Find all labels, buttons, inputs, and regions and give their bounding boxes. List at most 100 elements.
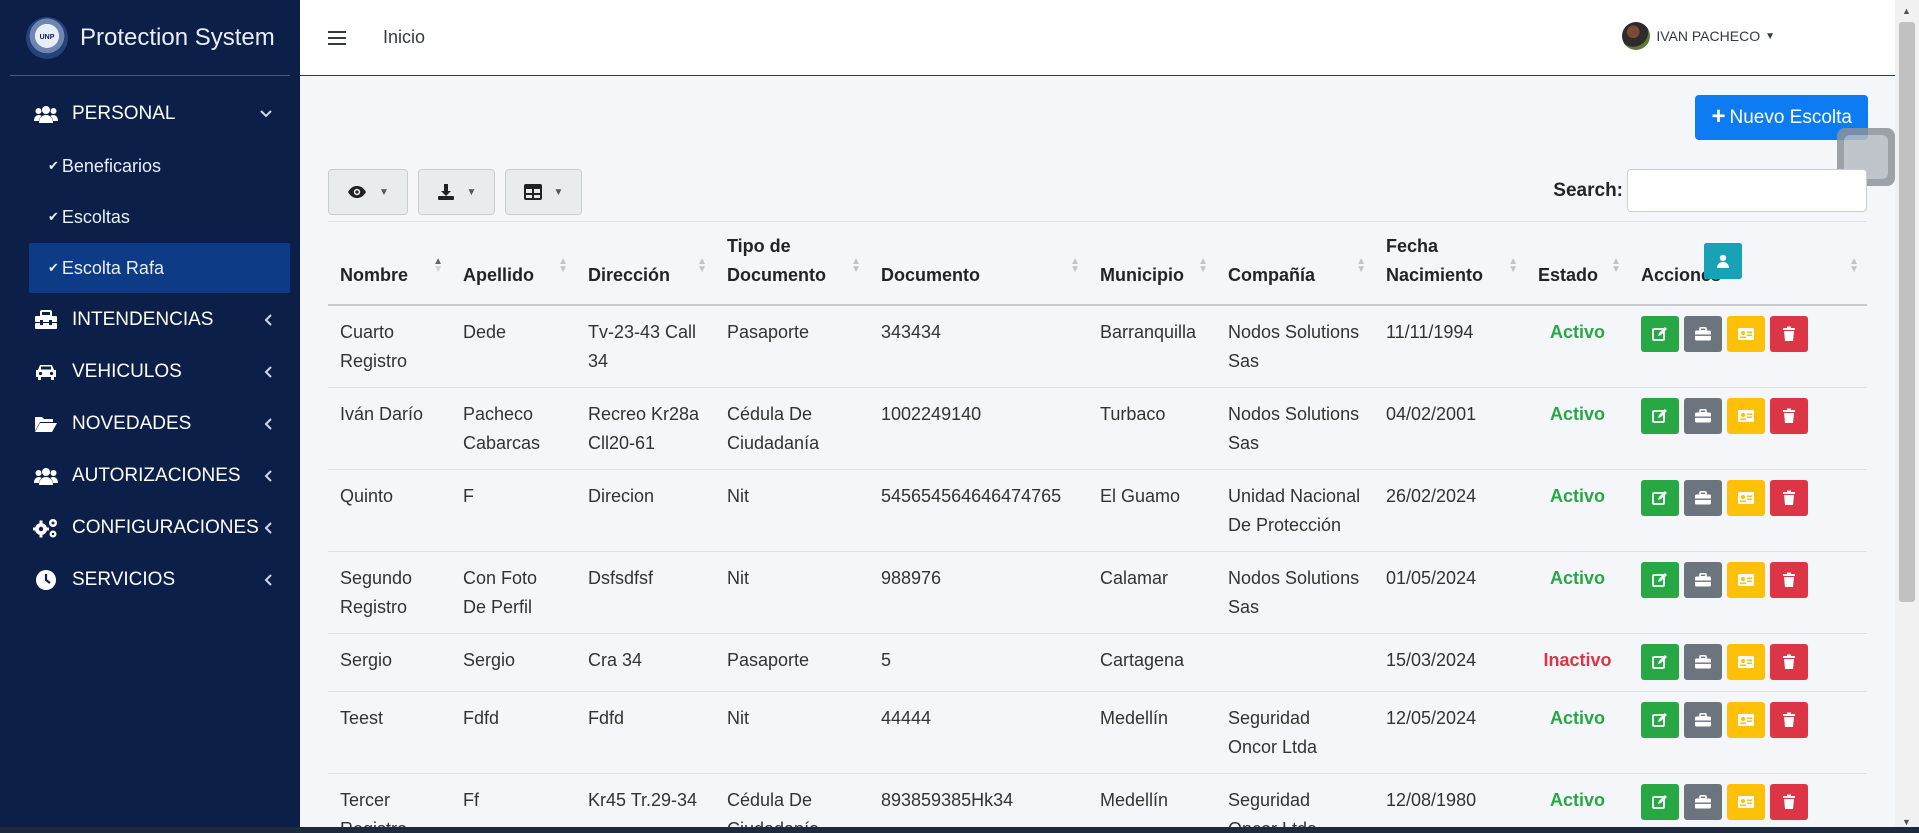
cell-municipio: Turbaco — [1088, 387, 1216, 470]
edit-button[interactable] — [1641, 480, 1679, 516]
delete-button[interactable] — [1770, 644, 1808, 680]
sidebar-subitem-escoltas[interactable]: ✔ Escoltas — [10, 192, 290, 242]
delete-button[interactable] — [1770, 562, 1808, 598]
column-visibility-button[interactable]: ▼ — [328, 169, 408, 215]
sidebar-item-vehiculos[interactable]: VEHICULOS — [10, 346, 290, 398]
sidebar-subitem-escolta-rafa[interactable]: ✔ Escolta Rafa — [29, 243, 290, 293]
chevron-left-icon — [264, 366, 272, 378]
chevron-left-icon — [264, 418, 272, 430]
sidebar-item-label: SERVICIOS — [72, 569, 176, 590]
column-header-estado[interactable]: Estado ▲ ▼ — [1526, 221, 1629, 306]
cell-actions — [1629, 243, 1867, 470]
sidebar-item-label: PERSONAL — [72, 103, 176, 124]
sort-icon: ▲ ▼ — [1198, 256, 1208, 275]
scroll-up-arrow-icon[interactable]: ▲ — [1902, 6, 1911, 16]
user-menu[interactable]: IVAN PACHECO ▼ — [1622, 22, 1775, 50]
id-card-button[interactable] — [1727, 480, 1765, 516]
cell-nombre: Iván Darío — [328, 387, 451, 470]
chevron-left-icon — [264, 522, 272, 534]
export-button[interactable]: ▼ — [418, 169, 495, 215]
edit-button[interactable] — [1641, 316, 1679, 352]
cell-compania: Nodos Solutions Sas — [1216, 305, 1374, 388]
id-card-button[interactable] — [1727, 398, 1765, 434]
id-card-button[interactable] — [1727, 702, 1765, 738]
home-link[interactable]: Inicio — [383, 27, 425, 48]
delete-button[interactable] — [1770, 316, 1808, 352]
delete-button[interactable] — [1770, 398, 1808, 434]
delete-button[interactable] — [1770, 702, 1808, 738]
new-escort-label: Nuevo Escolta — [1729, 106, 1852, 128]
cell-fecha-nacimiento: 01/05/2024 — [1374, 551, 1526, 634]
cell-nombre: Quinto — [328, 469, 451, 552]
sidebar-subitem-beneficarios[interactable]: ✔ Beneficarios — [10, 141, 290, 191]
cell-fecha-nacimiento: 04/02/2001 — [1374, 387, 1526, 470]
vertical-scrollbar[interactable]: ▲ ▼ — [1895, 0, 1919, 833]
edit-button[interactable] — [1641, 784, 1679, 820]
column-header-documento[interactable]: Documento ▲ ▼ — [869, 221, 1088, 306]
sidebar-item-label: CONFIGURACIONES — [72, 517, 259, 538]
column-header-fecha-nacimiento[interactable]: Fecha Nacimiento ▲ ▼ — [1374, 221, 1526, 306]
sidebar-item-autorizaciones[interactable]: AUTORIZACIONES — [10, 450, 290, 502]
sidebar-item-configuraciones[interactable]: CONFIGURACIONES — [10, 502, 290, 554]
double-check-icon: ✔ — [48, 209, 59, 224]
scroll-down-arrow-icon[interactable]: ▼ — [1902, 817, 1911, 827]
status-badge: Activo — [1526, 773, 1629, 833]
column-header-municipio[interactable]: Municipio ▲ ▼ — [1088, 221, 1216, 306]
sort-icon: ▲ ▼ — [433, 256, 443, 275]
edit-button[interactable] — [1641, 644, 1679, 680]
assignment-button[interactable] — [1684, 702, 1722, 738]
column-header-nombre[interactable]: Nombre ▲ ▼ — [328, 221, 451, 306]
cell-compania: Seguridad Oncor Ltda — [1216, 773, 1374, 833]
id-card-button[interactable] — [1727, 562, 1765, 598]
brand[interactable]: UNP Protection System — [10, 0, 290, 76]
edit-button[interactable] — [1641, 562, 1679, 598]
cell-direccion: Tv-23-43 Call 34 — [576, 305, 715, 388]
sidebar-item-novedades[interactable]: NOVEDADES — [10, 398, 290, 450]
users-icon — [32, 103, 60, 125]
sidebar-nav: PERSONAL ✔ Beneficarios ✔ Escoltas ✔ Esc… — [0, 76, 300, 606]
sidebar-item-label: AUTORIZACIONES — [72, 465, 241, 486]
user-icon — [1715, 253, 1731, 269]
sidebar-item-personal[interactable]: PERSONAL — [10, 88, 290, 140]
sidebar-item-intendencias[interactable]: INTENDENCIAS — [10, 294, 290, 346]
scrollbar-thumb[interactable] — [1899, 22, 1915, 602]
cell-documento: 5 — [869, 633, 1088, 692]
menu-toggle-icon[interactable] — [328, 30, 346, 45]
assignment-button[interactable] — [1684, 398, 1722, 434]
sidebar-item-servicios[interactable]: SERVICIOS — [10, 554, 290, 606]
table-row: Iván Darío Pacheco Cabarcas Recreo Kr28a C… — [328, 243, 1867, 470]
id-card-button[interactable] — [1727, 784, 1765, 820]
id-card-button[interactable] — [1727, 644, 1765, 680]
cell-nombre: Teest — [328, 691, 451, 774]
assignment-button[interactable] — [1684, 480, 1722, 516]
status-badge: Activo — [1526, 551, 1629, 634]
table-row: Segundo Registro Con Foto De Perfil Dsfsdf… — [328, 243, 1867, 634]
column-header-apellido[interactable]: Apellido ▲ ▼ — [451, 221, 576, 306]
edit-icon — [1652, 572, 1668, 588]
assignment-button[interactable] — [1684, 316, 1722, 352]
column-header-acciones[interactable]: Acciones ▲ ▼ — [1629, 221, 1867, 306]
column-header-tipo-documento[interactable]: Tipo de Documento ▲ ▼ — [715, 221, 869, 306]
id-card-icon — [1737, 491, 1755, 505]
assignment-button[interactable] — [1684, 562, 1722, 598]
id-card-button[interactable] — [1727, 316, 1765, 352]
edit-button[interactable] — [1641, 702, 1679, 738]
column-header-direccion[interactable]: Dirección ▲ ▼ — [576, 221, 715, 306]
sidebar-subitem-label: Escoltas — [61, 206, 130, 227]
briefcase-icon — [1694, 655, 1712, 669]
columns-button[interactable]: ▼ — [505, 169, 582, 215]
trash-icon — [1782, 794, 1796, 810]
assignment-button[interactable] — [1684, 644, 1722, 680]
delete-button[interactable] — [1770, 784, 1808, 820]
search-input[interactable] — [1627, 169, 1867, 212]
topbar: Inicio IVAN PACHECO ▼ — [300, 0, 1895, 76]
user-name: IVAN PACHECO — [1656, 28, 1761, 44]
cell-fecha-nacimiento: 26/02/2024 — [1374, 469, 1526, 552]
table-body: Cuarto Registro Dede Tv-23-43 Call 34 Pasap… — [328, 243, 1867, 833]
delete-button[interactable] — [1770, 480, 1808, 516]
cell-direccion: Dsfsdfsf — [576, 551, 715, 634]
edit-button[interactable] — [1641, 398, 1679, 434]
assignment-button[interactable] — [1684, 784, 1722, 820]
column-header-compania[interactable]: Compañía ▲ ▼ — [1216, 221, 1374, 306]
profile-button[interactable] — [1704, 243, 1742, 279]
